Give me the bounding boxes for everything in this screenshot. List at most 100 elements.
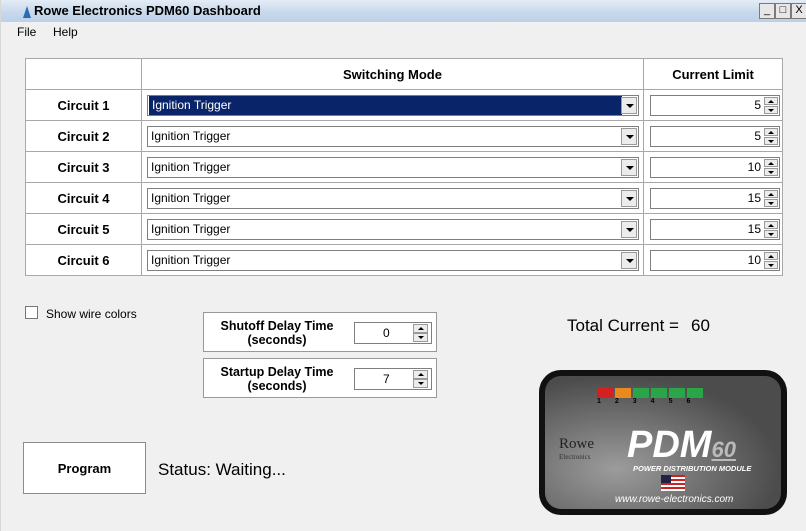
maximize-button[interactable]: □ bbox=[775, 3, 791, 19]
us-flag-icon bbox=[661, 475, 685, 491]
dropdown-arrow-icon[interactable] bbox=[621, 158, 637, 176]
rowe-brand-name: Rowe bbox=[559, 436, 594, 452]
spin-up-icon[interactable] bbox=[413, 324, 428, 333]
logo-url: www.rowe-electronics.com bbox=[615, 494, 734, 505]
table-row: Circuit 3 Ignition Trigger 10 bbox=[25, 151, 783, 183]
spin-up-icon[interactable] bbox=[764, 251, 778, 260]
pdm-wordmark: PDM60 bbox=[627, 424, 736, 467]
spin-up-icon[interactable] bbox=[413, 370, 428, 379]
dropdown-arrow-icon[interactable] bbox=[621, 220, 637, 238]
dropdown-arrow-icon[interactable] bbox=[621, 189, 637, 207]
circuit-label: Circuit 4 bbox=[25, 182, 142, 214]
spinner-value: 5 bbox=[754, 128, 761, 143]
spin-down-icon[interactable] bbox=[764, 260, 778, 269]
shutoff-delay-spinner[interactable]: 0 bbox=[354, 322, 432, 344]
switching-mode-select[interactable]: Ignition Trigger bbox=[147, 249, 639, 271]
spin-up-icon[interactable] bbox=[764, 158, 778, 167]
menu-help[interactable]: Help bbox=[53, 25, 78, 39]
window-controls: _ □ X bbox=[759, 3, 806, 19]
table-row: Circuit 4 Ignition Trigger 15 bbox=[25, 182, 783, 214]
shutoff-delay-label: Shutoff Delay Time (seconds) bbox=[212, 319, 342, 347]
shutoff-delay-value: 0 bbox=[383, 326, 390, 340]
rowe-brand-sub: Electronics bbox=[559, 453, 591, 461]
current-limit-spinner[interactable]: 10 bbox=[650, 249, 780, 271]
table-header-row: Switching Mode Current Limit bbox=[25, 58, 783, 90]
circuit-table: Switching Mode Current Limit Circuit 1 I… bbox=[25, 58, 783, 276]
pdm-text: PDM bbox=[627, 424, 712, 466]
spin-down-icon[interactable] bbox=[764, 136, 778, 145]
select-value: Ignition Trigger bbox=[151, 159, 231, 174]
table-row: Circuit 6 Ignition Trigger 10 bbox=[25, 244, 783, 276]
current-limit-spinner[interactable]: 15 bbox=[650, 218, 780, 240]
circuit-label: Circuit 6 bbox=[25, 244, 142, 276]
startup-delay-spinner[interactable]: 7 bbox=[354, 368, 432, 390]
led-3 bbox=[633, 388, 649, 398]
spin-up-icon[interactable] bbox=[764, 127, 778, 136]
close-button[interactable]: X bbox=[791, 3, 806, 19]
switching-mode-select[interactable]: Ignition Trigger bbox=[147, 187, 639, 209]
spin-up-icon[interactable] bbox=[764, 96, 778, 105]
switching-mode-select[interactable]: Ignition Trigger bbox=[147, 156, 639, 178]
header-current-limit: Current Limit bbox=[643, 58, 783, 90]
select-value: Ignition Trigger bbox=[151, 190, 231, 205]
current-limit-spinner[interactable]: 5 bbox=[650, 125, 780, 147]
spin-down-icon[interactable] bbox=[764, 229, 778, 238]
shutoff-delay-label-line2: (seconds) bbox=[247, 333, 307, 347]
current-limit-spinner[interactable]: 5 bbox=[650, 94, 780, 116]
logo-panel: 123456 Rowe Electronics PDM60 POWER DIST… bbox=[545, 376, 781, 509]
startup-delay-label-line1: Startup Delay Time bbox=[220, 365, 334, 379]
led-4 bbox=[651, 388, 667, 398]
total-current-value: 60 bbox=[690, 316, 710, 335]
spin-down-icon[interactable] bbox=[413, 333, 428, 342]
circuit-label: Circuit 3 bbox=[25, 151, 142, 183]
show-wire-colors-option[interactable]: Show wire colors bbox=[25, 306, 137, 321]
app-window: Rowe Electronics PDM60 Dashboard _ □ X F… bbox=[0, 0, 806, 531]
led-numbers: 123456 bbox=[597, 398, 705, 405]
spin-down-icon[interactable] bbox=[764, 167, 778, 176]
spinner-value: 15 bbox=[747, 190, 761, 205]
spin-up-icon[interactable] bbox=[764, 189, 778, 198]
minimize-button[interactable]: _ bbox=[759, 3, 775, 19]
current-limit-spinner[interactable]: 10 bbox=[650, 156, 780, 178]
program-button[interactable]: Program bbox=[23, 442, 146, 494]
select-value: Ignition Trigger bbox=[151, 128, 231, 143]
pdm60-logo: 123456 Rowe Electronics PDM60 POWER DIST… bbox=[539, 370, 787, 515]
total-current-label: Total Current = bbox=[567, 316, 679, 335]
dropdown-arrow-icon[interactable] bbox=[621, 127, 637, 145]
spin-down-icon[interactable] bbox=[764, 198, 778, 207]
dropdown-arrow-icon[interactable] bbox=[621, 251, 637, 269]
show-wire-colors-label: Show wire colors bbox=[46, 307, 137, 321]
spin-down-icon[interactable] bbox=[413, 379, 428, 388]
select-value: Ignition Trigger bbox=[151, 252, 231, 267]
table-row: Circuit 2 Ignition Trigger 5 bbox=[25, 120, 783, 152]
title-bar: Rowe Electronics PDM60 Dashboard _ □ X bbox=[1, 0, 806, 22]
header-switching-mode: Switching Mode bbox=[141, 58, 644, 90]
spin-up-icon[interactable] bbox=[764, 220, 778, 229]
switching-mode-select[interactable]: Ignition Trigger bbox=[147, 125, 639, 147]
dropdown-arrow-icon[interactable] bbox=[621, 96, 637, 114]
switching-mode-select[interactable]: Ignition Trigger bbox=[147, 94, 639, 116]
spinner-value: 10 bbox=[747, 252, 761, 267]
show-wire-colors-checkbox[interactable] bbox=[25, 306, 38, 319]
status-text: Status: Waiting... bbox=[158, 460, 286, 479]
startup-delay-group: Startup Delay Time (seconds) 7 bbox=[203, 358, 437, 398]
circuit-label: Circuit 5 bbox=[25, 213, 142, 245]
select-value: Ignition Trigger bbox=[151, 221, 231, 236]
led-1 bbox=[597, 388, 613, 398]
table-row: Circuit 1 Ignition Trigger 5 bbox=[25, 89, 783, 121]
menu-file[interactable]: File bbox=[17, 25, 36, 39]
spinner-value: 10 bbox=[747, 159, 761, 174]
shutoff-delay-label-line1: Shutoff Delay Time bbox=[220, 319, 334, 333]
current-limit-spinner[interactable]: 15 bbox=[650, 187, 780, 209]
circuit-label: Circuit 2 bbox=[25, 120, 142, 152]
window-title: Rowe Electronics PDM60 Dashboard bbox=[34, 3, 261, 18]
spinner-value: 5 bbox=[754, 97, 761, 112]
led-5 bbox=[669, 388, 685, 398]
app-icon bbox=[23, 6, 31, 18]
switching-mode-select[interactable]: Ignition Trigger bbox=[147, 218, 639, 240]
led-6 bbox=[687, 388, 703, 398]
shutoff-delay-group: Shutoff Delay Time (seconds) 0 bbox=[203, 312, 437, 352]
spin-down-icon[interactable] bbox=[764, 105, 778, 114]
pdm-model-number: 60 bbox=[711, 437, 736, 462]
table-row: Circuit 5 Ignition Trigger 15 bbox=[25, 213, 783, 245]
